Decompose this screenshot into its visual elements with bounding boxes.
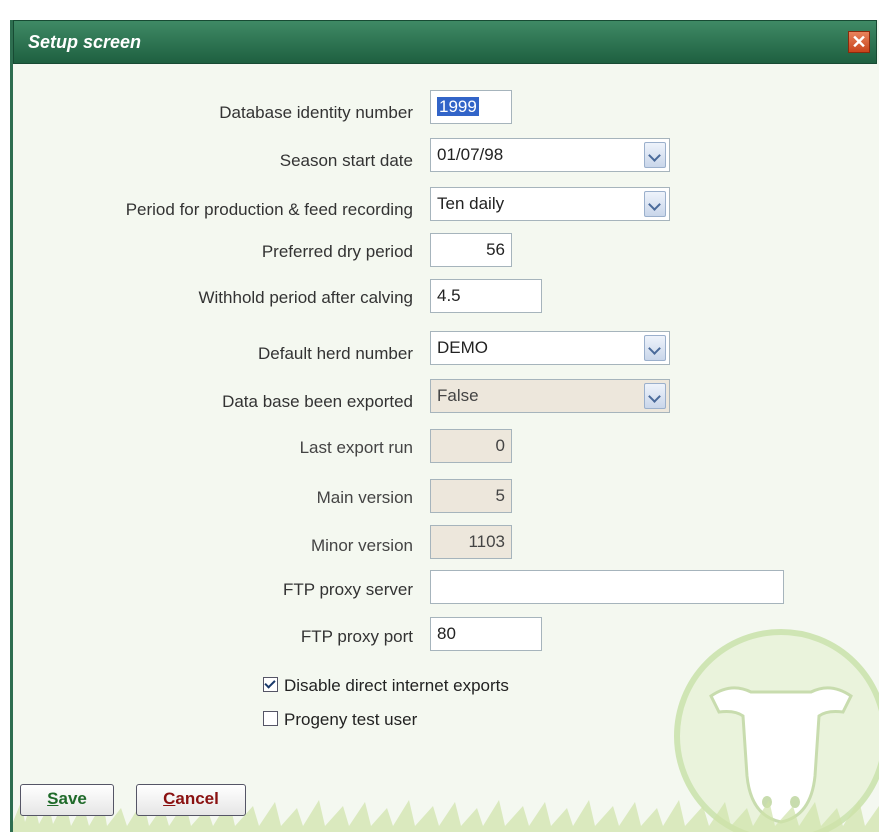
chevron-down-icon [644, 383, 666, 409]
season-start-select[interactable]: 01/07/98 [430, 138, 670, 172]
setup-window: Setup screen ✕ Database identity number … [10, 20, 879, 832]
db-identity-label: Database identity number [219, 103, 413, 122]
save-label: ave [58, 789, 87, 808]
ftp-port-label: FTP proxy port [300, 627, 413, 646]
cancel-mnemonic: C [163, 789, 176, 808]
title-bar: Setup screen ✕ [13, 20, 877, 64]
chevron-down-icon[interactable] [644, 191, 666, 217]
progeny-checkbox[interactable]: Progeny test user [263, 710, 417, 730]
ftp-port-input[interactable]: 80 [430, 617, 542, 651]
period-label: Period for production & feed recording [125, 200, 413, 219]
season-start-label: Season start date [279, 151, 413, 170]
close-icon[interactable]: ✕ [848, 31, 870, 53]
withhold-label: Withhold period after calving [198, 288, 413, 307]
db-identity-input[interactable]: 1999 [430, 90, 512, 124]
main-version-label: Main version [316, 488, 413, 507]
exported-value: False [437, 386, 479, 405]
save-button[interactable]: Save [20, 784, 114, 816]
ftp-server-input[interactable] [430, 570, 784, 604]
progeny-label: Progeny test user [284, 710, 418, 729]
ftp-server-label: FTP proxy server [282, 580, 413, 599]
disable-exports-label: Disable direct internet exports [284, 676, 509, 695]
season-start-value: 01/07/98 [437, 145, 504, 164]
herd-label: Default herd number [258, 344, 413, 363]
db-identity-value: 1999 [437, 97, 479, 116]
save-mnemonic: S [47, 789, 59, 808]
disable-exports-checkbox[interactable]: Disable direct internet exports [263, 676, 509, 696]
dry-period-input[interactable]: 56 [430, 233, 512, 267]
minor-version-label: Minor version [310, 536, 413, 555]
minor-version-value: 1103 [430, 525, 512, 559]
cancel-label: ancel [175, 789, 219, 808]
dry-period-label: Preferred dry period [261, 242, 413, 261]
checkbox-unchecked-icon[interactable] [263, 711, 278, 726]
last-export-value: 0 [430, 429, 512, 463]
herd-select[interactable]: DEMO [430, 331, 670, 365]
main-version-value: 5 [430, 479, 512, 513]
herd-value: DEMO [437, 338, 488, 357]
window-title: Setup screen [28, 32, 142, 52]
cancel-button[interactable]: Cancel [136, 784, 246, 816]
exported-select: False [430, 379, 670, 413]
period-value: Ten daily [437, 194, 505, 213]
checkbox-checked-icon[interactable] [263, 677, 278, 692]
withhold-input[interactable]: 4.5 [430, 279, 542, 313]
exported-label: Data base been exported [222, 392, 413, 411]
period-select[interactable]: Ten daily [430, 187, 670, 221]
last-export-label: Last export run [299, 438, 413, 457]
chevron-down-icon[interactable] [644, 335, 666, 361]
chevron-down-icon[interactable] [644, 142, 666, 168]
